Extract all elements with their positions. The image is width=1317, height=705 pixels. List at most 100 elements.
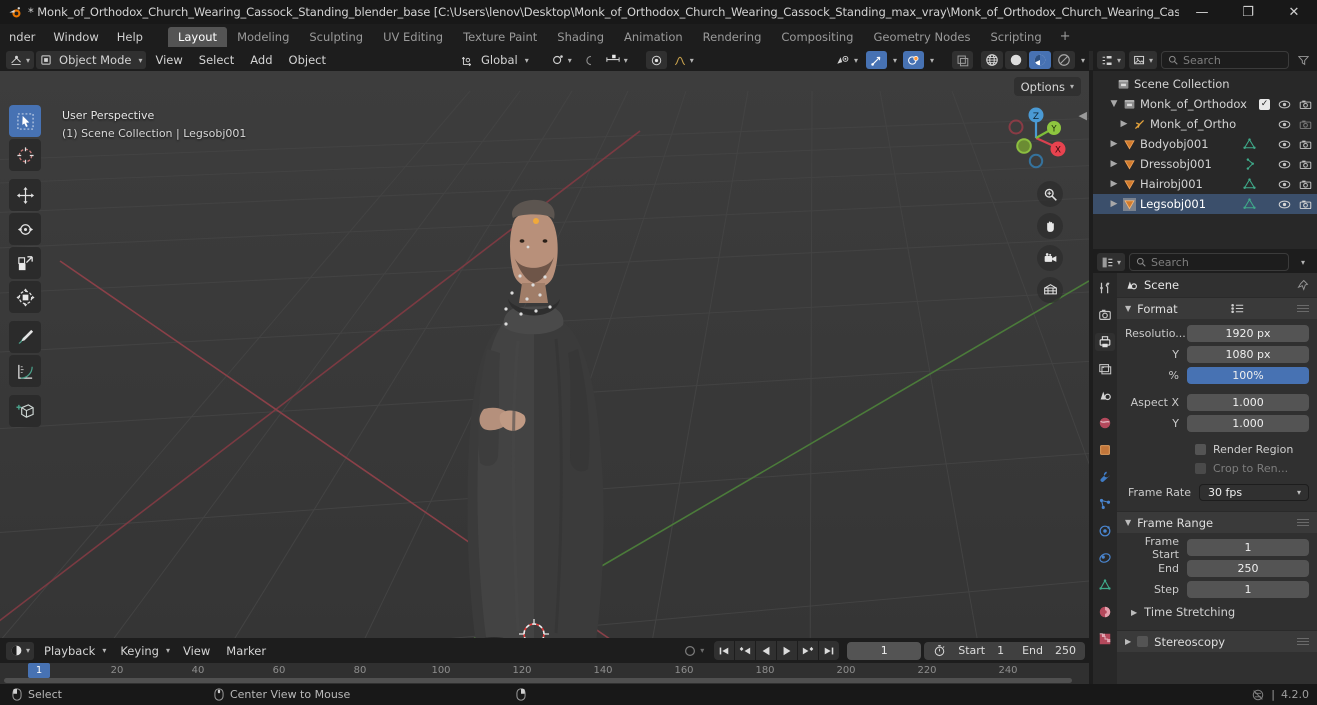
camera-view-icon[interactable] — [1037, 245, 1063, 271]
editor-type-selector[interactable]: ▾ — [6, 51, 35, 69]
mesh-data-icon[interactable] — [1243, 177, 1256, 191]
outliner-row-dressobj001[interactable]: ▶ Dressobj001 — [1093, 154, 1317, 174]
time-stretching-subpanel[interactable]: ▶ Time Stretching — [1125, 601, 1309, 623]
mesh-data-icon[interactable] — [1243, 157, 1256, 171]
render-region-row[interactable]: Render Region — [1125, 440, 1309, 459]
properties-options-caret[interactable]: ▾ — [1293, 253, 1313, 272]
gizmo-dropdown[interactable]: ▾ — [889, 51, 901, 69]
stereoscopy-checkbox[interactable] — [1137, 636, 1149, 647]
frame-end-field[interactable]: 250 — [1187, 560, 1309, 577]
transform-orientation-selector[interactable]: Global ▾ — [457, 51, 533, 69]
add-cube-tool[interactable] — [9, 395, 41, 427]
object-data-tab-icon[interactable] — [1095, 576, 1115, 594]
proportional-editing-icon[interactable] — [578, 51, 599, 69]
tab-animation[interactable]: Animation — [614, 27, 693, 47]
resolution-y-field[interactable]: 1080 px — [1187, 346, 1309, 363]
jump-to-end-button[interactable] — [819, 641, 840, 660]
next-keyframe-button[interactable] — [798, 641, 819, 660]
tab-shading[interactable]: Shading — [547, 27, 614, 47]
close-button[interactable]: ✕ — [1271, 0, 1317, 24]
outliner-filter-icon[interactable] — [1293, 51, 1313, 70]
outliner-search-input[interactable]: Search — [1161, 51, 1289, 69]
shading-wireframe-button[interactable] — [980, 51, 1003, 69]
timeline-menu-marker[interactable]: Marker — [219, 644, 273, 658]
tool-tab-icon[interactable] — [1095, 279, 1115, 297]
aspect-y-field[interactable]: 1.000 — [1187, 415, 1309, 432]
xray-toggle[interactable] — [951, 51, 973, 69]
scene-tab-icon[interactable] — [1095, 387, 1115, 405]
move-tool[interactable] — [9, 179, 41, 211]
outliner-row-scene-collection[interactable]: Scene Collection — [1093, 74, 1317, 94]
timeline-strip[interactable]: 20 40 60 80 100 120 140 160 180 200 220 … — [0, 663, 1089, 684]
scale-tool[interactable] — [9, 247, 41, 279]
proportional-falloff-toggle[interactable] — [645, 51, 667, 69]
minimize-button[interactable]: — — [1179, 0, 1225, 24]
frame-rate-dropdown[interactable]: 30 fps ▾ — [1199, 484, 1309, 501]
outliner-row-hairobj001[interactable]: ▶ Hairobj001 — [1093, 174, 1317, 194]
tab-layout[interactable]: Layout — [167, 26, 228, 47]
output-tab-icon[interactable] — [1095, 333, 1115, 351]
mesh-data-icon[interactable] — [1243, 197, 1256, 211]
snap-increment-icon[interactable]: ▾ — [601, 51, 632, 69]
pin-icon[interactable] — [1297, 279, 1309, 291]
camera-icon[interactable] — [1299, 179, 1312, 190]
timeline-playhead[interactable]: 1 — [28, 663, 50, 678]
physics-tab-icon[interactable] — [1095, 522, 1115, 540]
frame-range-panel-header[interactable]: ▼ Frame Range — [1117, 511, 1317, 533]
add-workspace-button[interactable]: + — [1052, 29, 1079, 44]
aspect-x-field[interactable]: 1.000 — [1187, 394, 1309, 411]
constraints-tab-icon[interactable] — [1095, 549, 1115, 567]
tab-geometry-nodes[interactable]: Geometry Nodes — [863, 27, 980, 47]
material-tab-icon[interactable] — [1095, 603, 1115, 621]
viewport-menu-view[interactable]: View — [148, 53, 189, 67]
falloff-curve-icon[interactable]: ▾ — [669, 51, 698, 69]
3d-viewport[interactable]: User Perspective (1) Scene Collection | … — [0, 71, 1089, 638]
render-region-checkbox[interactable] — [1195, 444, 1206, 455]
show-gizmo-toggle[interactable] — [865, 51, 887, 69]
timeline-editor-type-icon[interactable]: ▾ — [6, 641, 35, 660]
frame-step-field[interactable]: 1 — [1187, 581, 1309, 598]
tab-texture-paint[interactable]: Texture Paint — [453, 27, 547, 47]
tab-modeling[interactable]: Modeling — [227, 27, 299, 47]
outliner-display-mode-icon[interactable]: ▾ — [1129, 51, 1158, 69]
rotate-tool[interactable] — [9, 213, 41, 245]
resolution-percent-field[interactable]: 100% — [1187, 367, 1309, 384]
timeline-menu-playback[interactable]: Playback ▾ — [36, 642, 110, 660]
disclosure-right-icon[interactable]: ▶ — [1107, 179, 1121, 189]
outliner-row-bodyobj001[interactable]: ▶ Bodyobj001 — [1093, 134, 1317, 154]
start-frame-value[interactable]: 1 — [997, 644, 1004, 657]
properties-editor-type-icon[interactable]: ▾ — [1097, 253, 1126, 271]
sidebar-collapse-arrow[interactable]: ◀ — [1079, 109, 1087, 122]
resolution-x-field[interactable]: 1920 px — [1187, 325, 1309, 342]
jump-to-start-button[interactable] — [714, 641, 735, 660]
timeline-menu-view[interactable]: View — [176, 644, 217, 658]
disclosure-right-icon[interactable]: ▶ — [1107, 159, 1121, 169]
current-frame-field[interactable]: 1 — [847, 641, 922, 660]
format-panel-header[interactable]: ▼ Format — [1117, 297, 1317, 319]
menu-help[interactable]: Help — [108, 27, 152, 47]
object-mode-selector[interactable]: Object Mode ▾ — [36, 51, 147, 69]
transform-tool[interactable] — [9, 281, 41, 313]
play-reverse-button[interactable] — [756, 641, 777, 660]
crop-to-render-checkbox[interactable] — [1195, 463, 1206, 474]
viewport-options-button[interactable]: Options ▾ — [1013, 77, 1081, 96]
tab-uv-editing[interactable]: UV Editing — [373, 27, 453, 47]
play-button[interactable] — [777, 641, 798, 660]
shading-solid-button[interactable] — [1004, 51, 1027, 69]
orthographic-toggle-icon[interactable] — [1037, 277, 1063, 303]
tab-compositing[interactable]: Compositing — [771, 27, 863, 47]
camera-icon[interactable] — [1299, 119, 1312, 130]
outliner-editor-type-icon[interactable]: ▾ — [1097, 51, 1126, 69]
auto-keying-toggle[interactable]: ▾ — [679, 642, 708, 660]
disclosure-down-icon[interactable]: ▼ — [1107, 99, 1121, 109]
mesh-data-icon[interactable] — [1243, 137, 1256, 151]
pan-hand-icon[interactable] — [1037, 213, 1063, 239]
shading-material-preview-button[interactable] — [1028, 51, 1051, 69]
timeline-scrollbar[interactable] — [4, 678, 1072, 683]
frame-start-field[interactable]: 1 — [1187, 539, 1309, 556]
stereoscopy-panel-header[interactable]: ▶ Stereoscopy — [1117, 630, 1317, 652]
tab-rendering[interactable]: Rendering — [693, 27, 772, 47]
eye-icon[interactable] — [1278, 179, 1291, 190]
timeline-menu-keying[interactable]: Keying ▾ — [112, 642, 174, 660]
render-tab-icon[interactable] — [1095, 306, 1115, 324]
